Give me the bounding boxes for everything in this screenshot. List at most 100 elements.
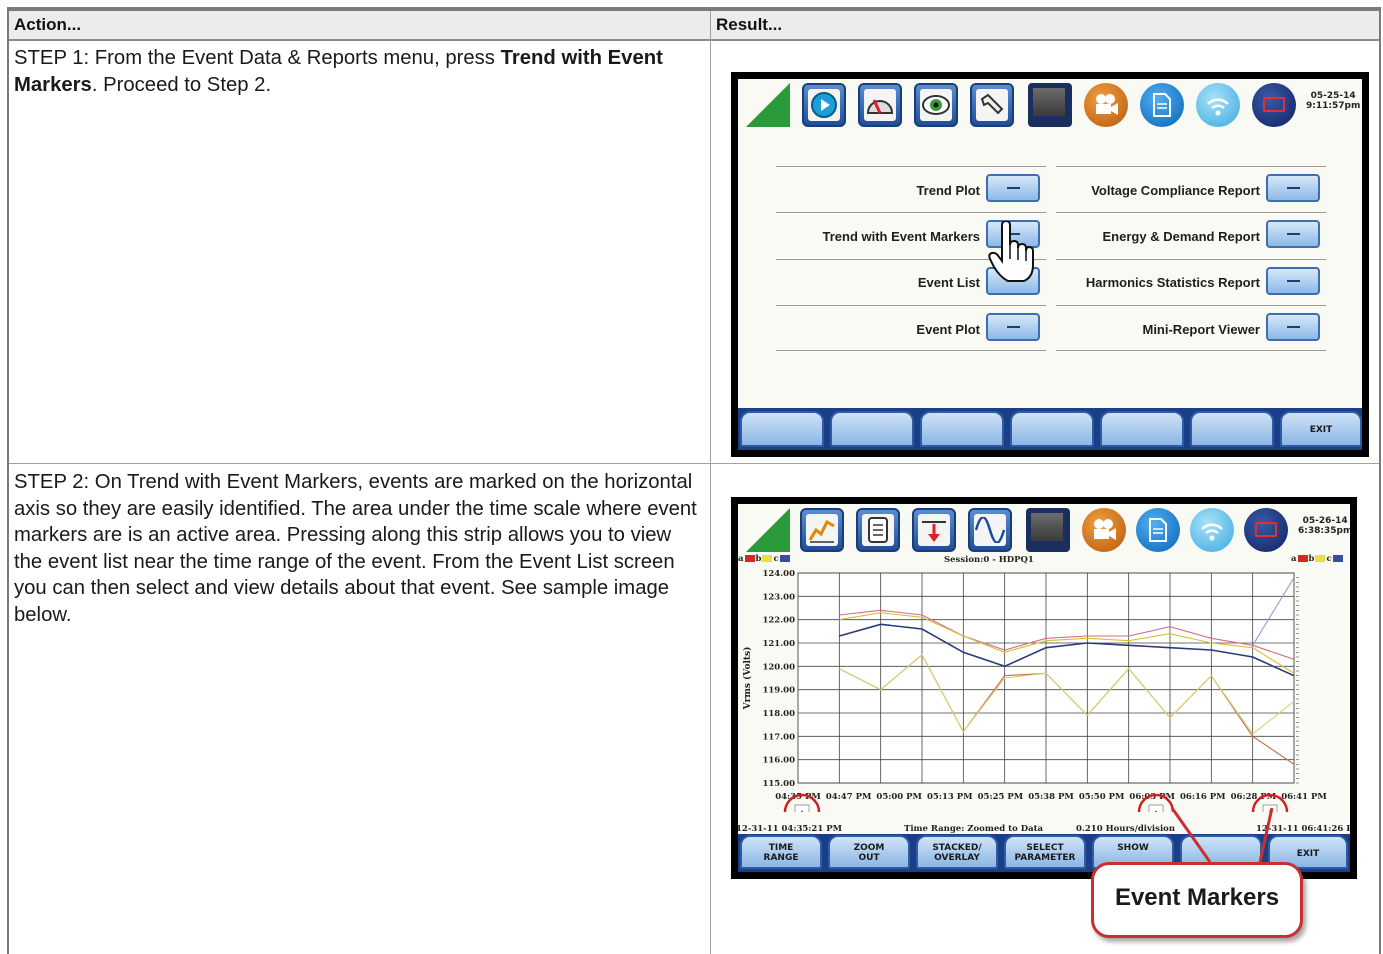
select-parameter-button[interactable]: SELECT PARAMETER (1004, 835, 1086, 869)
download-icon[interactable] (912, 508, 956, 552)
trend-plot-button[interactable] (986, 174, 1040, 202)
wifi-icon[interactable] (1196, 83, 1240, 127)
screen-icon[interactable] (1244, 508, 1288, 552)
device-screen-menu: 05-25-14 9:11:57pm Trend Plot Trend with … (731, 72, 1369, 457)
y-tick-label: 117.00 (762, 732, 795, 742)
monitor-icon[interactable] (1028, 83, 1072, 127)
event-marker: ▲ (799, 809, 806, 812)
step1-text: STEP 1: From the Event Data & Reports me… (14, 45, 704, 98)
x-tick-label: 05:00 PM (876, 792, 922, 802)
softkey-3[interactable] (920, 411, 1004, 447)
clock-time: 9:11:57pm (1306, 101, 1361, 111)
top-toolbar: 05-25-14 9:11:57pm (738, 79, 1362, 131)
stacked-overlay-label: STACKED/ OVERLAY (932, 843, 982, 863)
menu-label-trend-plot: Trend Plot (916, 183, 980, 198)
header-action: Action... (14, 15, 82, 34)
menu-label-event-list: Event List (917, 275, 980, 290)
row-divider (9, 463, 1379, 464)
menu-divider (1056, 166, 1326, 167)
softkey-2[interactable] (830, 411, 914, 447)
legend-chip-c (779, 555, 790, 562)
range-start: 12-31-11 04:35:21 PM (738, 824, 843, 834)
event-plot-button[interactable] (986, 313, 1040, 341)
scroll-icon[interactable] (856, 508, 900, 552)
voltage-compliance-button[interactable] (1266, 174, 1320, 202)
clock: 05-25-14 9:11:57pm (1306, 91, 1360, 111)
time-range-label: TIME RANGE (763, 843, 799, 863)
document-icon[interactable] (1140, 83, 1184, 127)
callout-pointers (1170, 807, 1274, 863)
x-tick-label: 05:13 PM (927, 792, 973, 802)
pointing-hand-icon (988, 221, 1034, 282)
event-markers-callout: Event Markers (1091, 862, 1303, 938)
legend-chip-b (762, 555, 773, 562)
wrench-icon[interactable] (970, 83, 1014, 127)
x-tick-label: 04:47 PM (826, 792, 872, 802)
y-tick-label: 116.00 (762, 756, 795, 766)
clock-date: 05-25-14 (1310, 91, 1356, 101)
clock: 05-26-14 6:38:35pm (1298, 516, 1350, 536)
gauge-icon[interactable] (858, 83, 902, 127)
step2-text: STEP 2: On Trend with Event Markers, eve… (14, 471, 697, 626)
screen-icon[interactable] (1252, 83, 1296, 127)
play-icon[interactable] (802, 83, 846, 127)
softkey-1[interactable] (740, 411, 824, 447)
harmonics-statistics-button[interactable] (1266, 267, 1320, 295)
waveform-icon[interactable] (968, 508, 1012, 552)
legend-chip-a (744, 555, 755, 562)
softkey-5[interactable] (1100, 411, 1184, 447)
menu-divider (1056, 212, 1326, 213)
softkey-bar: EXIT (738, 408, 1362, 450)
mini-report-button[interactable] (1266, 313, 1320, 341)
x-tick-label: 05:25 PM (978, 792, 1024, 802)
legend-chip-b (1315, 555, 1326, 562)
top-toolbar: 05-26-14 6:38:35pm (738, 504, 1350, 556)
screen-menu-display: 05-25-14 9:11:57pm Trend Plot Trend with … (738, 79, 1362, 450)
legend-chip-a (1297, 555, 1308, 562)
menu-label-mini-report: Mini-Report Viewer (1142, 322, 1260, 337)
zoom-out-button[interactable]: ZOOM OUT (828, 835, 910, 869)
energy-demand-button[interactable] (1266, 220, 1320, 248)
menu-divider (776, 350, 1046, 351)
y-tick-label: 119.00 (762, 686, 795, 696)
y-tick-label: 124.00 (762, 569, 795, 579)
y-axis-label: Vrms (Volts) (742, 647, 753, 711)
menu-label-trend-event-markers: Trend with Event Markers (822, 229, 981, 244)
y-tick-label: 123.00 (762, 592, 795, 602)
menu-divider (1056, 305, 1326, 306)
y-tick-label: 120.00 (762, 662, 795, 672)
y-tick-label: 122.00 (762, 616, 795, 626)
legend-chip-c (1332, 555, 1343, 562)
trend-icon[interactable] (800, 508, 844, 552)
zoom-out-label: ZOOM OUT (853, 843, 885, 863)
eye-icon[interactable] (914, 83, 958, 127)
y-tick-label: 121.00 (762, 639, 795, 649)
clock-time: 6:38:35pm (1298, 526, 1350, 536)
menu-divider (1056, 350, 1326, 351)
softkey-6[interactable] (1190, 411, 1274, 447)
trend-chart[interactable]: 124.00 123.00 122.00 121.00 120.00 119.00 118.… (738, 562, 1350, 812)
range-label: Time Range: Zoomed to Data (904, 824, 1044, 834)
x-tick-label: 05:38 PM (1028, 792, 1074, 802)
y-tick-label: 118.00 (762, 709, 795, 719)
camera-icon[interactable] (1082, 508, 1126, 552)
step1-text-start: STEP 1: From the Event Data & Reports me… (14, 47, 501, 69)
monitor-icon[interactable] (1026, 508, 1070, 552)
menu-divider (1056, 259, 1326, 260)
document-icon[interactable] (1136, 508, 1180, 552)
exit-button[interactable]: EXIT (1280, 411, 1362, 447)
column-divider (710, 11, 711, 954)
menu-divider (776, 305, 1046, 306)
header-result: Result... (716, 15, 783, 34)
stacked-overlay-button[interactable]: STACKED/ OVERLAY (916, 835, 998, 869)
time-range-button[interactable]: TIME RANGE (740, 835, 822, 869)
softkey-4[interactable] (1010, 411, 1094, 447)
brand-triangle-icon (746, 83, 790, 127)
menu-label-event-plot: Event Plot (916, 322, 980, 337)
camera-icon[interactable] (1084, 83, 1128, 127)
menu-divider (776, 212, 1046, 213)
step1-text-end: . Proceed to Step 2. (91, 73, 272, 96)
wifi-icon[interactable] (1190, 508, 1234, 552)
brand-triangle-icon (746, 508, 790, 552)
select-parameter-label: SELECT PARAMETER (1014, 843, 1076, 863)
